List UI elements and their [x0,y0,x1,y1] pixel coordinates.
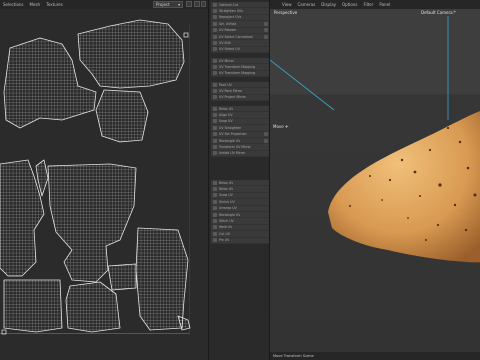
tool-icon [213,212,217,217]
tool-label: Pin UV [219,238,230,243]
uv-island [77,19,185,89]
tool-group-1: Optimal Cut Straighten UVs Reproject UVs… [211,2,269,54]
tool-label: UV Transform Mapping [219,65,256,70]
tool-icon [213,95,217,100]
tool-icon [213,145,217,150]
tool-label: Weld UV [219,225,233,230]
tool-icon [213,106,217,111]
tool-icon [213,206,217,211]
tool-label: Unwrap UV [219,206,237,211]
tool-icon [213,125,217,130]
tool-label: Relax UV [219,187,234,192]
tool-icon [213,132,217,137]
tool-icon [213,58,217,63]
tool-label: UV Transform Mapping [219,71,256,76]
tool-label: Sel. Unfold [219,21,237,26]
tool-icon [213,15,217,20]
tool-label: UV Pack Mirror [219,89,243,94]
app-window: Selections Mesh Textures Project ▾ Optim… [0,0,480,360]
textured-object [328,111,480,263]
tool-icon [213,82,217,87]
tool-icon [213,151,217,156]
tool-icon [213,219,217,224]
tool-icon [213,180,217,185]
tool-label: UV Select Connected [219,34,253,39]
camera-label[interactable]: Perspective [274,10,297,15]
tool-label: Cut UV [219,231,231,236]
uv-editor-panel: Selections Mesh Textures Project ▾ [0,0,208,360]
gear-icon[interactable] [264,132,268,137]
tool-label: Align UV [219,113,233,118]
tool-label: Snap UV [219,119,233,124]
tool-label: Optimal Cut [219,2,239,7]
tool-icon [213,28,217,33]
tool-group-2: UV Mirror UV Transform Mapping UV Transf… [211,58,269,78]
uv-island [107,263,137,291]
tool-label: Rectangle UV [219,212,241,217]
tool-label: Relax UV [219,106,234,111]
tool-label: Stitch UV [219,219,234,224]
tool-button[interactable]: UV Transform Mapping [211,71,269,78]
tool-icon [213,47,217,52]
tool-group-3: Relax UV Align UV Snap UV UV Straighten … [211,106,269,158]
tool-icon [213,199,217,204]
tool-button[interactable]: UV Select UV [211,47,269,54]
tool-icon [213,193,217,198]
tool-group-4: Relax UV Relax UV Grow UV Shrink UV Unwr… [211,180,269,244]
light-guide-line [270,59,335,111]
move-label: Move ✛ [273,124,289,129]
gear-icon[interactable] [264,21,268,26]
viewport-3d-objects [270,16,480,263]
tool-icon [213,138,217,143]
tool-label: Transform UV Mirror [219,145,251,150]
tool-label: UV Select UV [219,47,240,52]
tool-icon [213,34,217,39]
tool-icon [213,2,217,7]
tool-label: UV Straighten [219,125,242,130]
tool-button[interactable]: Unfold UV Mirror [211,151,269,158]
tool-icon [213,71,217,76]
tool-icon [213,89,217,94]
tool-label: Pack UV [219,82,232,87]
tool-icon [213,187,217,192]
viewport-status-bar: Move Transform Scene [270,352,480,360]
tool-label: Rectangle UV [219,138,241,143]
tool-label: UV Relaxer [219,28,237,33]
uv-corner-marker [183,32,189,38]
tool-label: Unfold UV Mirror [219,151,246,156]
tool-button[interactable]: Pin UV [211,238,269,244]
tool-label: UV Project Mirror [219,95,246,100]
tool-icon [213,238,217,243]
tool-label: Relax UV [219,180,234,185]
tool-icon [213,113,217,118]
tool-icon [213,21,217,26]
gear-icon[interactable] [264,138,268,143]
uv-island [3,279,63,333]
uv-island [95,89,149,143]
uv-island [135,227,189,331]
tool-label: UV Set Projection [219,132,247,137]
tool-group-2b: Pack UV UV Pack Mirror UV Project Mirror [211,82,269,102]
tool-icon [213,231,217,236]
uv-corner-marker [1,329,7,335]
gear-icon[interactable] [264,34,268,39]
tool-icon [213,65,217,70]
tool-icon [213,225,217,230]
tool-icon [213,41,217,46]
uv-island [47,163,137,283]
tool-label: UV Edit [219,41,231,46]
uv-islands [0,19,191,335]
tool-button[interactable]: UV Project Mirror [211,95,269,102]
tool-icon [213,119,217,124]
tool-label: Grow UV [219,193,233,198]
gear-icon[interactable] [264,28,268,33]
tool-label: UV Mirror [219,58,234,63]
3d-viewport[interactable]: View Cameras Display Options Filter Pane… [270,0,480,360]
tool-label: Shrink UV [219,199,235,204]
tool-label: Straighten UVs [219,9,243,14]
uv-tools-panel: Optimal Cut Straighten UVs Reproject UVs… [208,0,270,360]
default-camera-label[interactable]: Default Camera:* [421,10,456,15]
tool-icon [213,9,217,14]
tool-label: Reproject UVs [219,15,242,20]
